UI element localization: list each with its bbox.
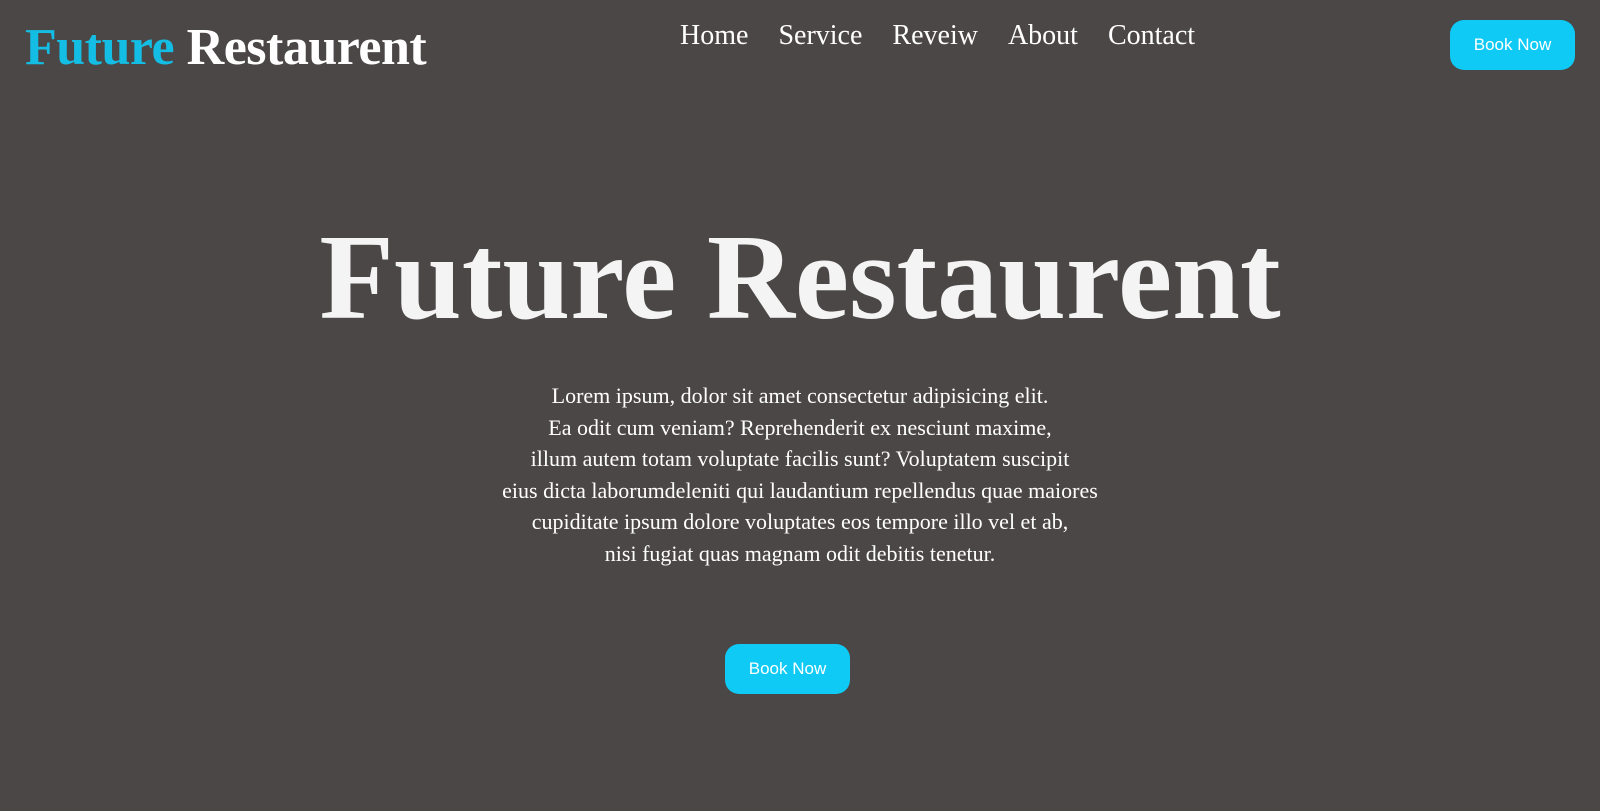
nav-link-home[interactable]: Home [680,20,748,51]
hero-description-line: illum autem totam voluptate facilis sunt… [530,446,1070,471]
hero-description-line: nisi fugiat quas magnam odit debitis ten… [604,540,996,566]
nav-item-about: About [1008,18,1078,54]
nav-link-contact[interactable]: Contact [1108,20,1195,51]
nav-item-contact: Contact [1108,18,1195,54]
hero-description: Lorem ipsum, dolor sit amet consectetur … [0,380,1600,569]
logo[interactable]: Future Restaurent [25,18,427,78]
logo-accent-text: Future [25,19,175,76]
hero-description-line: Lorem ipsum, dolor sit amet consectetur … [551,383,1049,408]
header-book-now-button[interactable]: Book Now [1450,20,1575,70]
hero-description-line: eius dicta laborumdeleniti qui laudantiu… [502,477,1098,503]
hero-title: Future Restaurent [319,210,1281,345]
hero-description-line: cupiditate ipsum dolore voluptates eos t… [531,509,1069,534]
logo-rest-text: Restaurent [186,19,427,76]
nav-list: Home Service Reveiw About Contact [680,18,1195,54]
nav-item-review: Reveiw [892,18,978,54]
nav-link-review[interactable]: Reveiw [892,20,978,51]
nav-item-home: Home [680,18,748,54]
site-header: Future Restaurent Home Service Reveiw Ab… [0,0,1600,90]
nav-item-service: Service [778,18,862,54]
nav-link-service[interactable]: Service [778,20,862,51]
nav-link-about[interactable]: About [1008,20,1078,51]
hero-book-now-button[interactable]: Book Now [725,644,850,694]
hero-description-line: Ea odit cum veniam? Reprehenderit ex nes… [548,414,1052,440]
